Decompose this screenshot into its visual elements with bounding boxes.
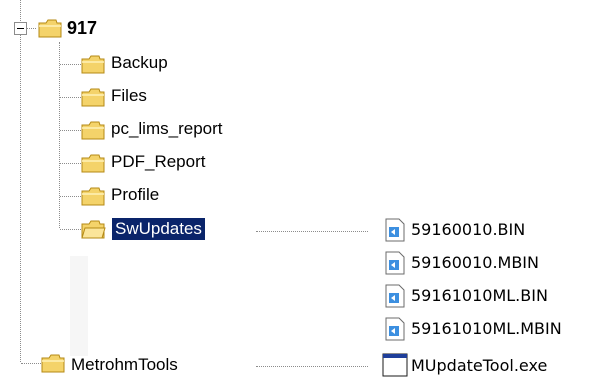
bin-file-icon — [384, 284, 406, 308]
exe-file-icon — [382, 352, 408, 377]
tree-node-profile[interactable]: Profile — [108, 184, 162, 206]
tree-node-backup[interactable]: Backup — [108, 52, 171, 74]
folder-icon — [40, 352, 66, 374]
file-59160010-mbin[interactable]: 59160010.MBIN — [411, 252, 539, 274]
background-smudge — [70, 256, 88, 356]
tree-node-files[interactable]: Files — [108, 85, 150, 107]
folder-icon — [80, 119, 106, 141]
swupdates-files-connector — [256, 231, 368, 232]
tree-node-swupdates[interactable]: SwUpdates — [112, 218, 205, 240]
tree-node-pdf-report[interactable]: PDF_Report — [108, 151, 208, 173]
folder-icon — [37, 17, 63, 39]
bin-file-icon — [384, 218, 406, 242]
bin-file-icon — [384, 251, 406, 275]
tree-node-metrohmtools[interactable]: MetrohmTools — [68, 354, 181, 376]
folder-icon — [80, 86, 106, 108]
tree-node-pc-lims-report[interactable]: pc_lims_report — [108, 118, 226, 140]
metrohmtools-files-connector — [256, 366, 368, 367]
open-folder-icon — [80, 218, 106, 240]
folder-icon — [80, 185, 106, 207]
collapse-toggle-917[interactable] — [14, 22, 27, 35]
file-59161010ml-bin[interactable]: 59161010ML.BIN — [411, 285, 548, 307]
file-59160010-bin[interactable]: 59160010.BIN — [411, 219, 525, 241]
folder-icon — [80, 53, 106, 75]
file-mupdatetool-exe[interactable]: MUpdateTool.exe — [411, 355, 547, 377]
bin-file-icon — [384, 317, 406, 341]
tree-node-917[interactable]: 917 — [64, 17, 100, 39]
file-59161010ml-mbin[interactable]: 59161010ML.MBIN — [411, 318, 562, 340]
folder-icon — [80, 152, 106, 174]
